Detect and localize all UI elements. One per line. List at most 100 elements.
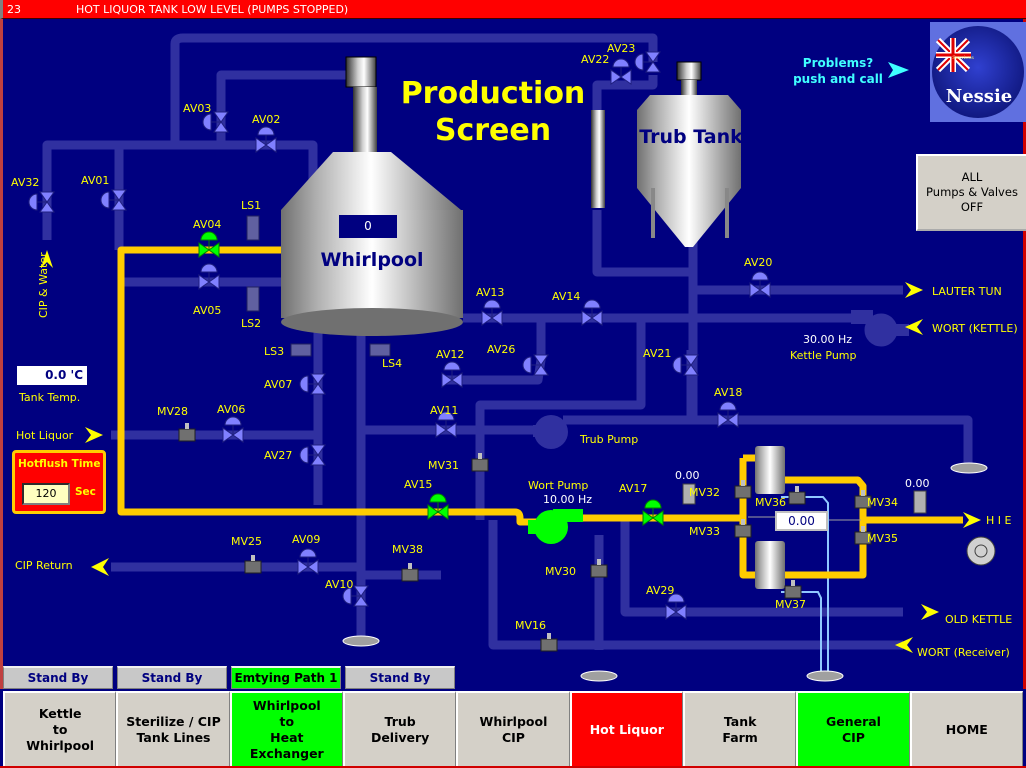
status-whirlpool-to-hx: Emtying Path 1	[231, 666, 341, 689]
alarm-banner[interactable]: 23 HOT LIQUOR TANK LOW LEVEL (PUMPS STOP…	[0, 0, 1026, 19]
hot-liquor-label: Hot Liquor	[16, 429, 74, 442]
av29-label: AV29	[646, 584, 674, 597]
title-line-1: Production	[401, 76, 586, 111]
kettle-pump[interactable]	[851, 310, 909, 348]
av02-label: AV02	[252, 113, 280, 126]
mv28-label: MV28	[157, 405, 188, 418]
process-screen: Production Screen Whirlpool Trub Tank Pr…	[0, 19, 1026, 689]
mv33-valve[interactable]	[734, 519, 752, 538]
arrow-left-icon	[91, 558, 109, 576]
whirlpool-level-display: 0	[339, 215, 397, 238]
mv35-label: MV35	[867, 532, 898, 545]
av14-label: AV14	[552, 290, 580, 303]
nav-tank-farm[interactable]: Tank Farm	[682, 691, 797, 768]
flow-arrows	[41, 250, 981, 653]
av26-label: AV26	[487, 343, 515, 356]
av20-label: AV20	[744, 256, 772, 269]
mv38-valve[interactable]	[401, 563, 419, 582]
arrow-right-icon	[888, 62, 909, 78]
process-diagram: Production Screen Whirlpool Trub Tank Pr…	[11, 22, 1026, 682]
av11-label: AV11	[430, 404, 458, 417]
av07-label: AV07	[264, 378, 292, 391]
tank-temp-label: Tank Temp.	[18, 391, 80, 404]
all-off-line-2: Pumps & Valves	[926, 185, 1018, 199]
arrow-right-icon	[963, 512, 981, 528]
nav-hot-liquor[interactable]: Hot Liquor	[569, 691, 683, 768]
all-off-button[interactable]: ALL Pumps & Valves OFF	[916, 154, 1026, 231]
mv16-valve[interactable]	[540, 633, 558, 652]
wort-receiver-label: WORT (Receiver)	[917, 646, 1010, 659]
nessie-logo[interactable]: Nessie Services	[930, 22, 1026, 122]
nav-kettle-to-whirlpool[interactable]: Kettle to Whirlpool	[3, 691, 117, 768]
flow-sensor-2-value: 0.00	[905, 477, 930, 490]
status-trub-delivery: Stand By	[345, 666, 455, 689]
wort-kettle-label: WORT (KETTLE)	[932, 322, 1018, 335]
mv28-valve[interactable]	[178, 423, 196, 442]
nav-whirlpool-to-hx[interactable]: Whirlpool to Heat Exchanger	[229, 691, 343, 768]
av03-label: AV03	[183, 102, 211, 115]
av17-label: AV17	[619, 482, 647, 495]
ls4-label: LS4	[382, 357, 402, 370]
sight-glass	[591, 110, 605, 208]
av23-label: AV23	[607, 42, 635, 55]
mv34-label: MV34	[867, 496, 898, 509]
kettle-pump-label: Kettle Pump	[790, 349, 857, 362]
mv36-label: MV36	[755, 496, 786, 509]
nessie-text: Nessie	[946, 86, 1012, 107]
help-line-1: Problems?	[803, 56, 873, 70]
av32-label: AV32	[11, 176, 39, 189]
arrow-right-icon	[905, 282, 923, 298]
av05-label: AV05	[193, 304, 221, 317]
nav-trub-delivery[interactable]: Trub Delivery	[342, 691, 457, 768]
trub-pump-label: Trub Pump	[579, 433, 638, 446]
help-line-2: push and call	[793, 72, 883, 86]
av04-label: AV04	[193, 218, 221, 231]
trub-pump[interactable]	[533, 415, 568, 449]
flow-sensor-1-value: 0.00	[675, 469, 700, 482]
wort-pump-freq: 10.00 Hz	[543, 493, 592, 506]
av09-label: AV09	[292, 533, 320, 546]
mv32-valve[interactable]	[734, 480, 752, 499]
status-sterilize: Stand By	[117, 666, 227, 689]
av18-label: AV18	[714, 386, 742, 399]
mv32-label: MV32	[689, 486, 720, 499]
heat-exchanger-value: 0.00	[775, 511, 828, 531]
hotflush-time-input[interactable]: 120	[22, 483, 70, 505]
title-line-2: Screen	[435, 113, 551, 148]
av06-label: AV06	[217, 403, 245, 416]
mv30-valve[interactable]	[590, 559, 608, 578]
mv16-label: MV16	[515, 619, 546, 632]
av10-label: AV10	[325, 578, 353, 591]
nav-general-cip[interactable]: General CIP	[796, 691, 910, 768]
nav-whirlpool-cip[interactable]: Whirlpool CIP	[456, 691, 570, 768]
old-kettle-label: OLD KETTLE	[945, 613, 1012, 626]
nav-home[interactable]: HOME	[909, 691, 1023, 768]
nessie-badge: Services	[952, 55, 974, 61]
mv36-valve[interactable]	[788, 486, 806, 505]
cip-return-label: CIP Return	[15, 559, 73, 572]
wort-pump-label: Wort Pump	[528, 479, 588, 492]
mv37-label: MV37	[775, 598, 806, 611]
trub-tank[interactable]	[637, 61, 741, 247]
tank-temp-display: 0.0 'C	[17, 366, 87, 385]
nav-sterilize-cip[interactable]: Sterilize / CIP Tank Lines	[116, 691, 230, 768]
mv33-label: MV33	[689, 525, 720, 538]
av27-label: AV27	[264, 449, 292, 462]
mv25-valve[interactable]	[244, 555, 262, 574]
av12-label: AV12	[436, 348, 464, 361]
arrow-right-icon	[921, 604, 939, 620]
mv31-valve[interactable]	[471, 453, 489, 472]
wort-pump[interactable]	[528, 509, 583, 544]
mv30-label: MV30	[545, 565, 576, 578]
sequence-status-row: Stand By Stand By Emtying Path 1 Stand B…	[3, 666, 455, 690]
sequence-nav: Kettle to Whirlpool Sterilize / CIP Tank…	[3, 691, 1023, 768]
av01-label: AV01	[81, 174, 109, 187]
kettle-pump-freq: 30.00 Hz	[803, 333, 852, 346]
lauter-tun-label: LAUTER TUN	[932, 285, 1002, 298]
status-kettle-to-whirlpool: Stand By	[3, 666, 113, 689]
mv31-label: MV31	[428, 459, 459, 472]
arrow-right-icon	[85, 427, 103, 443]
mv37-valve[interactable]	[784, 580, 802, 599]
arrow-left-icon	[895, 637, 913, 653]
av22-valve[interactable]	[610, 58, 632, 85]
